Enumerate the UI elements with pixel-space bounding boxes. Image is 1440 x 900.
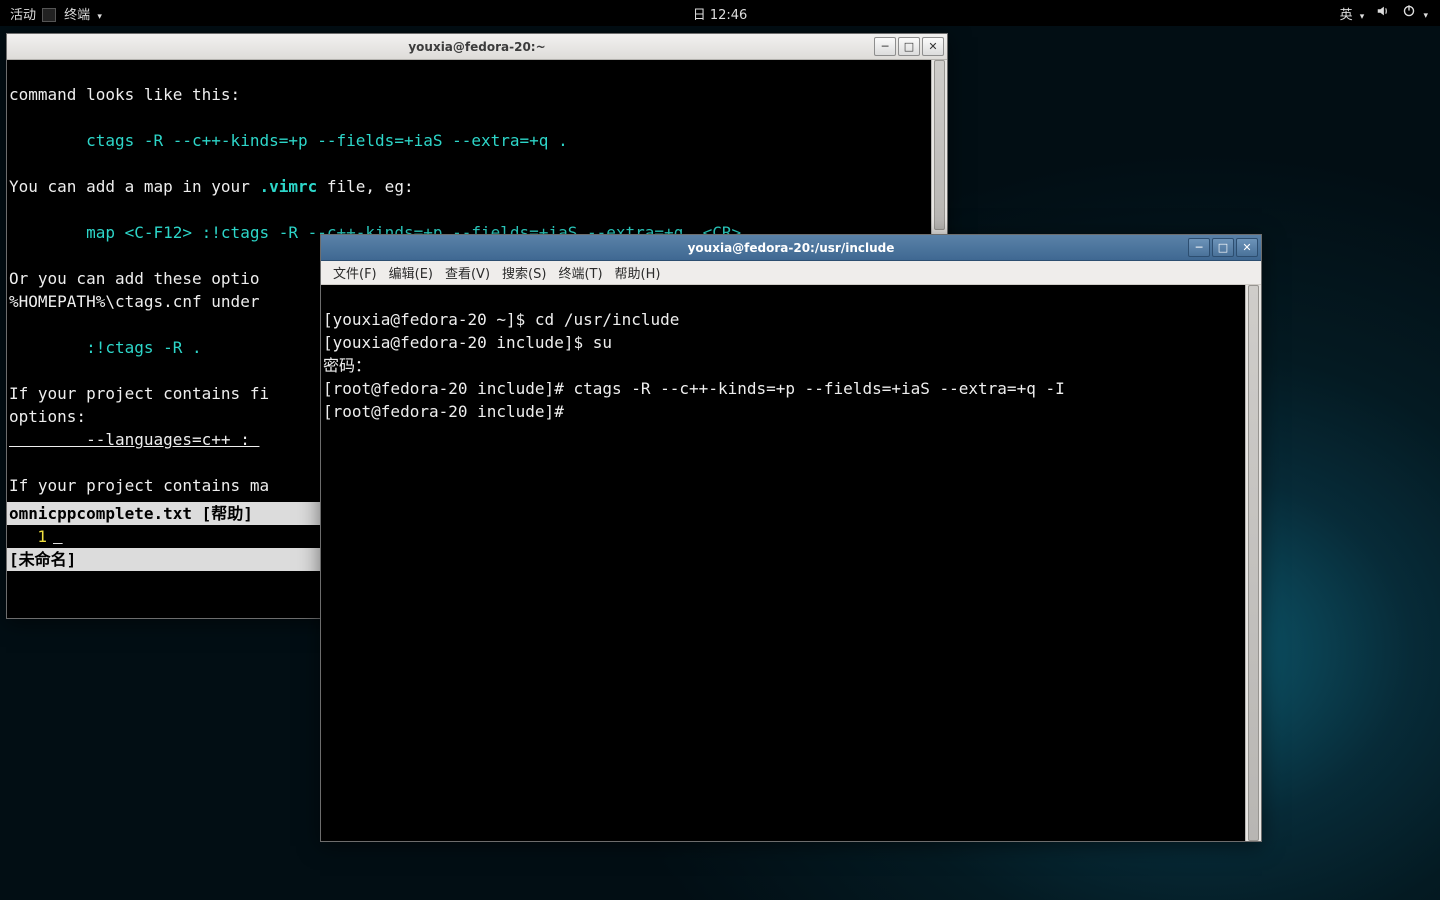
active-app-label: 终端 [64, 8, 90, 23]
menu-terminal[interactable]: 终端(T) [554, 261, 606, 284]
activities-button[interactable]: 活动 [10, 4, 36, 23]
vim-keyword: .vimrc [259, 177, 317, 196]
vim-text-line: Or you can add these optio [9, 269, 259, 288]
shell-command: cd /usr/include [535, 310, 680, 329]
vim-text-line: file, eg: [317, 177, 413, 196]
menu-search[interactable]: 搜索(S) [498, 261, 550, 284]
vim-text-line: You can add a map in your [9, 177, 259, 196]
vim-cursor-line: --languages=c++ : [9, 430, 259, 449]
clock[interactable]: 日 12:46 [693, 4, 748, 23]
vim-text-line: %HOMEPATH%\ctags.cnf under [9, 292, 269, 311]
chevron-down-icon: ▾ [1360, 12, 1365, 22]
minimize-button[interactable]: ─ [1188, 238, 1210, 257]
vim-text-line: command looks like this: [9, 85, 240, 104]
shell-command: ctags -R --c++-kinds=+p --fields=+iaS --… [573, 379, 1064, 398]
gnome-top-panel: 活动 终端 ▾ 日 12:46 英 ▾ ▾ [0, 0, 1440, 26]
vim-buffer-name: [未命名] [7, 550, 76, 569]
vim-text-line: If your project contains fi [9, 384, 269, 403]
ime-indicator[interactable]: 英 ▾ [1340, 4, 1365, 23]
vim-text-line: If your project contains ma [9, 476, 269, 495]
menu-file[interactable]: 文件(F) [329, 261, 381, 284]
vim-help-filename: omnicppcomplete.txt [帮助] [7, 504, 253, 523]
active-app-menu[interactable]: 终端 ▾ [42, 4, 102, 23]
shell-output: 密码： [323, 356, 371, 375]
terminal-window-shell[interactable]: youxia@fedora-20:/usr/include ─ □ ✕ 文件(F… [320, 234, 1262, 842]
shell-command: su [593, 333, 612, 352]
vim-code-line: ctags -R --c++-kinds=+p --fields=+iaS --… [9, 131, 568, 150]
shell-prompt: [root@fedora-20 include]# [323, 402, 573, 421]
shell-prompt: [root@fedora-20 include]# [323, 379, 573, 398]
window2-title: youxia@fedora-20:/usr/include [688, 241, 895, 255]
maximize-button[interactable]: □ [898, 37, 920, 56]
menu-help[interactable]: 帮助(H) [611, 261, 665, 284]
window1-scroll-thumb[interactable] [934, 60, 945, 230]
menu-view[interactable]: 查看(V) [441, 261, 494, 284]
window2-scrollbar[interactable] [1245, 285, 1261, 841]
shell-prompt: [youxia@fedora-20 include]$ [323, 333, 593, 352]
shell-prompt: [youxia@fedora-20 ~]$ [323, 310, 535, 329]
menu-edit[interactable]: 编辑(E) [385, 261, 437, 284]
chevron-down-icon: ▾ [1423, 11, 1428, 21]
window2-titlebar[interactable]: youxia@fedora-20:/usr/include ─ □ ✕ [321, 235, 1261, 261]
volume-icon[interactable] [1376, 4, 1390, 22]
window2-terminal-area[interactable]: [youxia@fedora-20 ~]$ cd /usr/include [y… [321, 285, 1261, 841]
minimize-button[interactable]: ─ [874, 37, 896, 56]
vim-text-line: options: [9, 407, 86, 426]
vim-line-number: 1 [7, 525, 53, 548]
window2-scroll-thumb[interactable] [1248, 285, 1259, 841]
vim-code-line: :!ctags -R . [9, 338, 202, 357]
chevron-down-icon: ▾ [97, 12, 102, 22]
close-button[interactable]: ✕ [922, 37, 944, 56]
window2-menubar: 文件(F) 编辑(E) 查看(V) 搜索(S) 终端(T) 帮助(H) [321, 261, 1261, 285]
terminal-app-icon [42, 8, 56, 22]
close-button[interactable]: ✕ [1236, 238, 1258, 257]
window1-title: youxia@fedora-20:~ [408, 40, 545, 54]
power-icon[interactable]: ▾ [1402, 4, 1428, 22]
maximize-button[interactable]: □ [1212, 238, 1234, 257]
window1-titlebar[interactable]: youxia@fedora-20:~ ─ □ ✕ [7, 34, 947, 60]
ime-label: 英 [1340, 8, 1353, 23]
